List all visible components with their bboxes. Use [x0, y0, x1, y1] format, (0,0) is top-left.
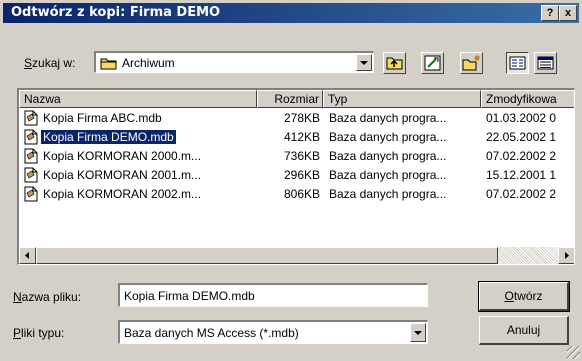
file-type-combo[interactable]: Baza danych MS Access (*.mdb) — [118, 320, 428, 344]
file-name: Kopia Firma ABC.mdb — [43, 111, 162, 125]
chevron-down-icon — [414, 331, 422, 335]
column-header-modified[interactable]: Zmodyfikowa — [481, 90, 574, 108]
scroll-thumb[interactable] — [36, 247, 498, 264]
file-modified: 07.02.2002 2 — [486, 187, 557, 201]
file-size: 736KB — [283, 149, 320, 163]
up-one-level-button[interactable] — [383, 52, 406, 74]
file-size: 806KB — [283, 187, 320, 201]
horizontal-scrollbar[interactable] — [19, 247, 574, 264]
open-backup-dialog: Odtwórz z kopi: Firma DEMO ? x Szukaj w:… — [0, 0, 582, 361]
folder-icon — [100, 58, 117, 70]
file-name: Kopia KORMORAN 2000.m... — [43, 149, 202, 163]
file-type-value: Baza danych MS Access (*.mdb) — [124, 326, 299, 340]
file-type-label: Pliki typu: — [13, 326, 65, 340]
scroll-right-button[interactable] — [558, 247, 574, 264]
scroll-left-button[interactable] — [19, 247, 36, 264]
file-type: Baza danych progra... — [329, 149, 447, 163]
look-in-dropdown-button[interactable] — [356, 54, 372, 71]
desktop-button[interactable] — [421, 52, 444, 74]
file-size: 278KB — [283, 111, 320, 125]
file-row[interactable]: Kopia KORMORAN 2001.m... 296KB Baza danych… — [19, 166, 574, 185]
look-in-combo[interactable]: Archiwum — [94, 51, 374, 73]
file-row[interactable]: Kopia KORMORAN 2002.m... 806KB Baza danych… — [19, 185, 574, 204]
database-file-icon — [24, 148, 38, 164]
file-type: Baza danych progra... — [329, 130, 447, 144]
file-list[interactable]: Nazwa Rozmiar Typ Zmodyfikowa Kopia Firm… — [17, 88, 575, 265]
file-row[interactable]: Kopia Firma ABC.mdb 278KB Baza danych prog… — [19, 109, 574, 128]
file-size: 296KB — [283, 168, 320, 182]
column-header-name[interactable]: Nazwa — [19, 90, 257, 108]
list-view-button[interactable] — [506, 52, 529, 74]
close-button[interactable]: x — [559, 5, 577, 21]
look-in-value: Archiwum — [122, 56, 175, 70]
details-view-icon — [537, 56, 554, 70]
file-name-input[interactable]: Kopia Firma DEMO.mdb — [118, 283, 428, 307]
arrow-right-icon — [565, 252, 569, 259]
details-view-button[interactable] — [534, 52, 557, 74]
database-file-icon — [24, 129, 38, 145]
file-modified: 07.02.2002 2 — [486, 149, 557, 163]
open-button[interactable]: Otwórz — [478, 281, 570, 312]
file-type: Baza danych progra... — [329, 111, 447, 125]
database-file-icon — [24, 167, 38, 183]
database-file-icon — [24, 110, 38, 126]
file-name: Kopia KORMORAN 2001.m... — [43, 168, 202, 182]
desktop-icon — [424, 55, 441, 71]
file-name: Kopia Firma DEMO.mdb — [41, 130, 176, 144]
folder-up-icon — [386, 57, 403, 70]
list-view-icon — [509, 56, 526, 70]
file-name-label: Nazwa pliku: — [13, 290, 82, 304]
file-modified: 15.12.2001 1 — [486, 168, 557, 182]
title-bar[interactable]: Odtwórz z kopi: Firma DEMO ? x — [3, 3, 579, 23]
file-modified: 01.03.2002 0 — [486, 111, 557, 125]
cancel-button[interactable]: Anuluj — [479, 316, 569, 345]
look-in-label: Szukaj w: — [24, 56, 76, 70]
file-type-dropdown-button[interactable] — [410, 323, 426, 342]
column-header-type[interactable]: Typ — [323, 90, 481, 108]
arrow-left-icon — [25, 252, 29, 259]
help-button[interactable]: ? — [541, 5, 559, 21]
resize-grip[interactable] — [567, 346, 580, 359]
chevron-down-icon — [360, 61, 368, 65]
file-row[interactable]: Kopia Firma DEMO.mdb 412KB Baza danych pro… — [19, 128, 574, 147]
file-modified: 22.05.2002 1 — [486, 130, 557, 144]
database-file-icon — [24, 186, 38, 202]
file-type: Baza danych progra... — [329, 187, 447, 201]
new-folder-icon — [462, 55, 480, 71]
column-header-size[interactable]: Rozmiar — [257, 90, 323, 108]
file-name: Kopia KORMORAN 2002.m... — [43, 187, 202, 201]
file-size: 412KB — [283, 130, 320, 144]
new-folder-button[interactable] — [460, 52, 483, 74]
file-type: Baza danych progra... — [329, 168, 447, 182]
window-title: Odtwórz z kopi: Firma DEMO — [11, 5, 221, 20]
file-row[interactable]: Kopia KORMORAN 2000.m... 736KB Baza danych… — [19, 147, 574, 166]
